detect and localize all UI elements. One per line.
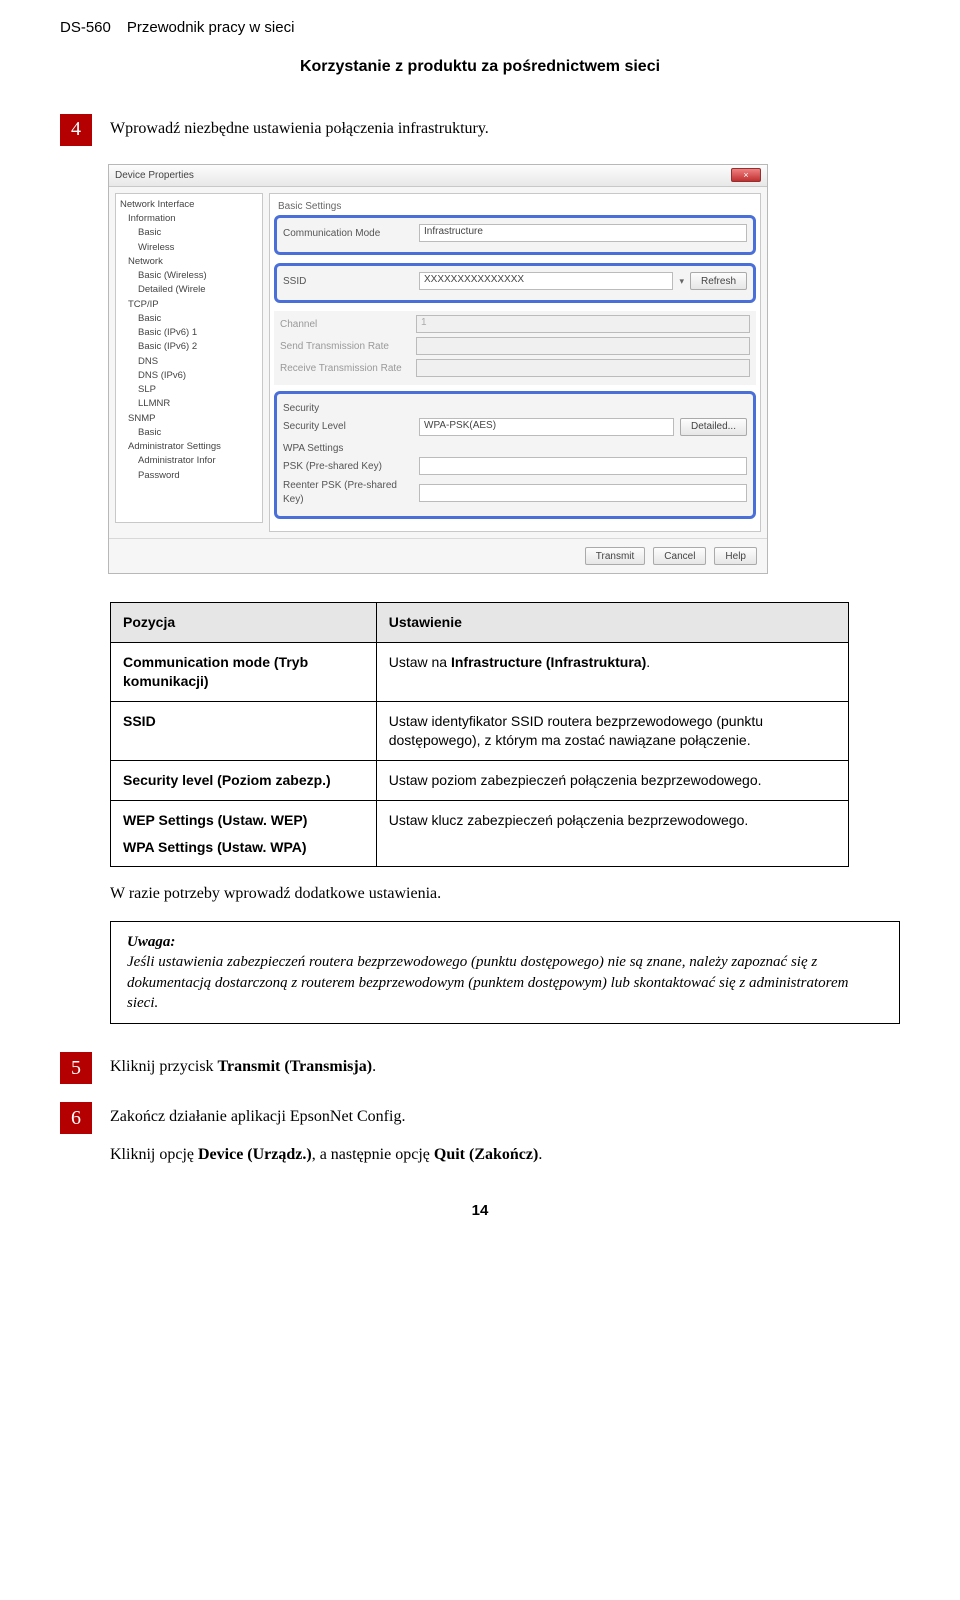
tree-item[interactable]: Wireless	[120, 241, 258, 255]
step-4-text: Wprowadź niezbędne ustawienia połączenia…	[110, 114, 489, 140]
guide-title: Przewodnik pracy w sieci	[127, 18, 295, 38]
tree-item[interactable]: SLP	[120, 383, 258, 397]
table-header-pozycja: Pozycja	[111, 603, 377, 643]
panel-header: Basic Settings	[274, 198, 756, 216]
tree-root[interactable]: Network Interface	[120, 198, 258, 212]
nav-tree[interactable]: Network Interface InformationBasicWirele…	[115, 193, 263, 523]
highlight-ssid: SSID XXXXXXXXXXXXXXX ▾ Refresh	[274, 263, 756, 303]
psk-input[interactable]	[419, 457, 747, 475]
tree-item[interactable]: Administrator Infor	[120, 454, 258, 468]
send-rate-input	[416, 337, 750, 355]
settings-panel: Basic Settings Communication Mode Infras…	[269, 193, 761, 533]
recv-rate-label: Receive Transmission Rate	[280, 362, 410, 376]
reenter-psk-label: Reenter PSK (Pre-shared Key)	[283, 479, 413, 506]
note-box: Uwaga: Jeśli ustawienia zabezpieczeń rou…	[110, 921, 900, 1024]
sec-level-label: Security Level	[283, 420, 413, 434]
ssid-input[interactable]: XXXXXXXXXXXXXXX	[419, 272, 673, 290]
comm-mode-select[interactable]: Infrastructure	[419, 224, 747, 242]
tree-item[interactable]: Network	[120, 255, 258, 269]
dialog-button-bar: Transmit Cancel Help	[109, 538, 767, 573]
help-button[interactable]: Help	[714, 547, 757, 565]
transmit-button[interactable]: Transmit	[585, 547, 646, 565]
security-heading: Security	[283, 400, 747, 418]
ssid-label: SSID	[283, 275, 413, 289]
recv-rate-input	[416, 359, 750, 377]
tree-item[interactable]: Basic	[120, 226, 258, 240]
tree-item[interactable]: Basic	[120, 312, 258, 326]
sec-level-select[interactable]: WPA-PSK(AES)	[419, 418, 674, 436]
row-comm-mode-value: Ustaw na Infrastructure (Infrastruktura)…	[376, 643, 848, 702]
table-row: WEP Settings (Ustaw. WEP) WPA Settings (…	[111, 800, 849, 867]
tree-item[interactable]: TCP/IP	[120, 298, 258, 312]
row-wep-wpa-value: Ustaw klucz zabezpieczeń połączenia bezp…	[376, 800, 848, 867]
settings-table: Pozycja Ustawienie Communication mode (T…	[110, 602, 849, 867]
wpa-settings-heading: WPA Settings	[283, 440, 747, 458]
tree-item[interactable]: Basic (IPv6) 2	[120, 340, 258, 354]
highlight-security: Security Security Level WPA-PSK(AES) Det…	[274, 391, 756, 519]
note-title: Uwaga:	[127, 934, 175, 950]
channel-input: 1	[416, 315, 750, 333]
additional-settings-note: W razie potrzeby wprowadź dodatkowe usta…	[110, 883, 900, 905]
tree-item[interactable]: Basic	[120, 426, 258, 440]
comm-mode-label: Communication Mode	[283, 227, 413, 241]
tree-item[interactable]: SNMP	[120, 412, 258, 426]
step-5: 5 Kliknij przycisk Transmit (Transmisja)…	[60, 1052, 900, 1084]
tree-item[interactable]: Basic (Wireless)	[120, 269, 258, 283]
table-header-ustawienie: Ustawienie	[376, 603, 848, 643]
dialog-titlebar: Device Properties ×	[109, 165, 767, 187]
note-body: Jeśli ustawienia zabezpieczeń routera be…	[127, 954, 848, 1011]
row-ssid-label: SSID	[111, 702, 377, 761]
psk-label: PSK (Pre-shared Key)	[283, 460, 413, 474]
chevron-down-icon[interactable]: ▾	[679, 275, 684, 287]
table-row: Security level (Poziom zabezp.) Ustaw po…	[111, 760, 849, 800]
step-number-badge: 5	[60, 1052, 92, 1084]
row-ssid-value: Ustaw identyfikator SSID routera bezprze…	[376, 702, 848, 761]
step-number-badge: 4	[60, 114, 92, 146]
send-rate-label: Send Transmission Rate	[280, 340, 410, 354]
refresh-button[interactable]: Refresh	[690, 272, 747, 290]
highlight-comm-mode: Communication Mode Infrastructure	[274, 215, 756, 255]
page-number: 14	[60, 1201, 900, 1221]
table-row: SSID Ustaw identyfikator SSID routera be…	[111, 702, 849, 761]
close-icon[interactable]: ×	[731, 168, 761, 182]
tree-item[interactable]: Basic (IPv6) 1	[120, 326, 258, 340]
step-6-text: Zakończ działanie aplikacji EpsonNet Con…	[110, 1102, 542, 1165]
detailed-button[interactable]: Detailed...	[680, 418, 747, 436]
tree-item[interactable]: Administrator Settings	[120, 440, 258, 454]
step-4: 4 Wprowadź niezbędne ustawienia połączen…	[60, 114, 900, 146]
device-properties-dialog: Device Properties × Network Interface In…	[108, 164, 768, 575]
row-sec-level-label: Security level (Poziom zabezp.)	[111, 760, 377, 800]
tree-item[interactable]: DNS (IPv6)	[120, 369, 258, 383]
tree-item[interactable]: DNS	[120, 355, 258, 369]
channel-label: Channel	[280, 318, 410, 332]
section-heading: Korzystanie z produktu za pośrednictwem …	[60, 56, 900, 78]
tree-item[interactable]: Password	[120, 469, 258, 483]
table-row: Communication mode (Tryb komunikacji) Us…	[111, 643, 849, 702]
reenter-psk-input[interactable]	[419, 484, 747, 502]
tree-item[interactable]: Detailed (Wirele	[120, 283, 258, 297]
tree-item[interactable]: Information	[120, 212, 258, 226]
step-6: 6 Zakończ działanie aplikacji EpsonNet C…	[60, 1102, 900, 1165]
cancel-button[interactable]: Cancel	[653, 547, 706, 565]
step-5-text: Kliknij przycisk Transmit (Transmisja).	[110, 1052, 376, 1078]
dialog-title: Device Properties	[115, 169, 194, 183]
step-number-badge: 6	[60, 1102, 92, 1134]
tree-item[interactable]: LLMNR	[120, 397, 258, 411]
model-id: DS-560	[60, 18, 111, 38]
disabled-transmission-group: Channel 1 Send Transmission Rate Receive…	[274, 311, 756, 385]
running-header: DS-560 Przewodnik pracy w sieci	[60, 18, 900, 38]
row-comm-mode-label: Communication mode (Tryb komunikacji)	[111, 643, 377, 702]
row-wep-wpa-label: WEP Settings (Ustaw. WEP) WPA Settings (…	[111, 800, 377, 867]
row-sec-level-value: Ustaw poziom zabezpieczeń połączenia bez…	[376, 760, 848, 800]
